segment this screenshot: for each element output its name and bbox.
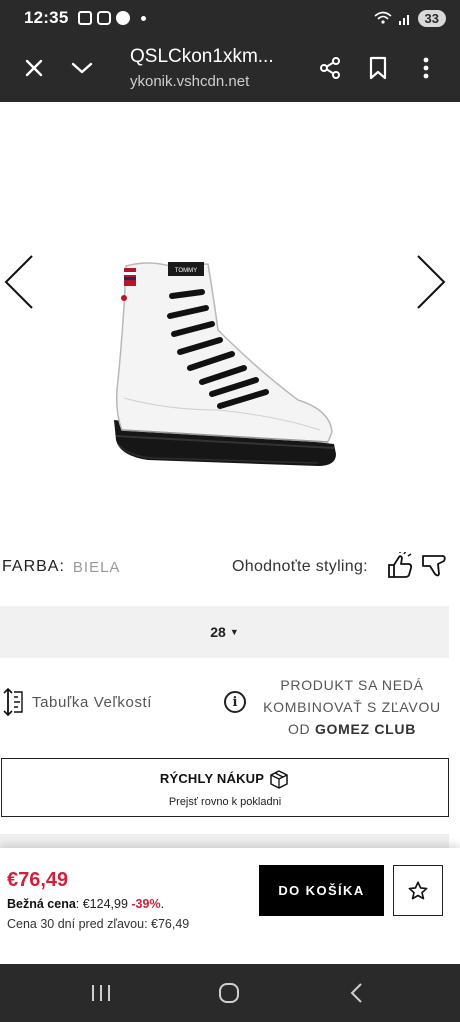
promo-line-3-prefix: OD [287, 721, 315, 737]
home-icon [219, 983, 239, 1003]
page-title: QSLCkon1xkm... [130, 46, 274, 67]
package-icon [270, 769, 288, 789]
regular-price-value: : €124,99 [75, 897, 132, 911]
bookmark-icon [369, 56, 387, 80]
back-icon [350, 983, 362, 1003]
quick-buy-title: RÝCHLY NÁKUP [159, 771, 265, 786]
more-notifications-icon [141, 15, 147, 21]
close-button[interactable] [16, 50, 52, 86]
price-30-days: Cena 30 dní pred zľavou: €76,49 [7, 917, 190, 931]
signal-icon [398, 14, 409, 25]
product-boot-image: TOMMY [114, 262, 336, 466]
bookmark-button[interactable] [360, 50, 396, 86]
thumbs-up-button[interactable] [386, 550, 414, 580]
add-to-cart-button[interactable]: DO KOŠÍKA [259, 865, 384, 916]
wifi-icon [374, 11, 392, 24]
color-label: FARBA: [2, 558, 65, 575]
caret-down-icon: ▼ [229, 627, 239, 637]
promo-restriction-text: PRODUKT SA NEDÁ KOMBINOVAŤ S ZĽAVOU OD G… [258, 674, 446, 740]
brand-label: TOMMY [175, 268, 197, 274]
share-button[interactable] [312, 50, 348, 86]
notification-icons [78, 11, 147, 25]
home-button[interactable] [214, 980, 244, 1006]
size-value: 28 [210, 624, 226, 640]
section-divider [0, 834, 449, 848]
instagram-icon [97, 11, 112, 25]
product-image-carousel[interactable]: TOMMY [0, 102, 460, 542]
back-button[interactable] [342, 980, 372, 1006]
more-vert-icon [423, 57, 429, 79]
share-icon [320, 57, 340, 79]
carousel-prev-button[interactable] [2, 252, 42, 312]
size-select[interactable]: 28 ▼ [0, 606, 449, 658]
quick-buy-button[interactable]: RÝCHLY NÁKUP Prejsť rovno k pokladni [1, 758, 449, 817]
regular-price-line: Bežná cena: €124,99 -39%. [7, 897, 164, 911]
promo-line-1: PRODUKT SA NEDÁ [280, 677, 424, 693]
recents-button[interactable] [86, 980, 116, 1006]
page-url: ykonik.vshcdn.net [130, 73, 250, 90]
quick-buy-subtitle: Prejsť rovno k pokladni [168, 795, 282, 808]
color-row: FARBA: BIELA Ohodnoťte styling: [0, 550, 460, 582]
size-table-link[interactable]: Tabuľka Veľkostí [2, 688, 152, 716]
more-options-button[interactable] [408, 50, 444, 86]
app-icon [116, 11, 131, 25]
add-to-cart-label: DO KOŠÍKA [278, 883, 365, 898]
chevron-right-icon [417, 255, 446, 309]
screenshot-icon [78, 11, 93, 25]
discount-badge: -39% [131, 897, 161, 911]
regular-price-suffix: . [160, 897, 165, 911]
promo-club-name: GOMEZ CLUB [314, 721, 417, 737]
color-value: BIELA [72, 558, 121, 576]
star-icon [408, 880, 428, 899]
chevron-left-icon [4, 255, 33, 309]
thumbs-down-icon [422, 555, 446, 577]
rate-styling-label: Ohodnoťte styling: [232, 558, 368, 575]
chevron-down-icon [71, 62, 93, 74]
purchase-bar: €76,49 Bežná cena: €124,99 -39%. Cena 30… [0, 848, 460, 964]
system-nav-bar [0, 964, 460, 1022]
close-icon [25, 59, 43, 77]
recents-icon [92, 985, 110, 1001]
thumbs-up-icon [388, 550, 413, 578]
current-price: €76,49 [7, 869, 69, 891]
status-bar: 12:35 33 [0, 0, 460, 36]
info-icon[interactable]: i [224, 691, 246, 713]
thumbs-down-button[interactable] [420, 552, 448, 580]
carousel-next-button[interactable] [414, 252, 454, 312]
promo-line-2: KOMBINOVAŤ S ZĽAVOU [263, 699, 441, 715]
size-table-label: Tabuľka Veľkostí [32, 693, 153, 711]
battery-indicator: 33 [417, 9, 446, 27]
status-time: 12:35 [24, 8, 69, 27]
wishlist-button[interactable] [393, 865, 443, 916]
browser-toolbar: QSLCkon1xkm... ykonik.vshcdn.net [0, 36, 460, 102]
regular-price-label: Bežná cena [7, 897, 76, 911]
collapse-button[interactable] [64, 50, 100, 86]
ruler-icon [3, 688, 23, 716]
